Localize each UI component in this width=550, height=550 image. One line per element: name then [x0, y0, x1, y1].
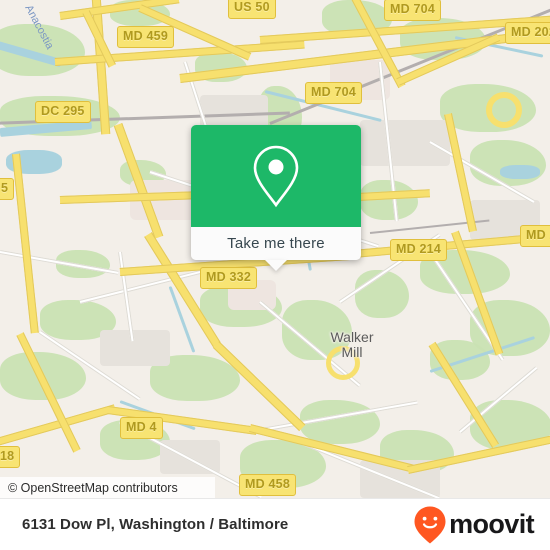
- address-label: 6131 Dow Pl, Washington / Baltimore: [22, 516, 289, 533]
- shield-md-459: MD 459: [117, 26, 174, 48]
- shield-md-458: MD 458: [239, 474, 296, 496]
- shield-md-704-north: MD 704: [384, 0, 441, 21]
- shield-md-218: 18: [0, 446, 21, 468]
- osm-attribution[interactable]: © OpenStreetMap contributors: [0, 477, 215, 498]
- popup-tail: [265, 260, 287, 271]
- shield-md-202: MD 202: [505, 22, 550, 44]
- shield-md-5-left: 5: [0, 178, 15, 200]
- moovit-wordmark: moovit: [449, 509, 535, 539]
- location-popup-card[interactable]: Take me there: [191, 125, 361, 271]
- shield-md-4: MD 4: [120, 417, 163, 439]
- map-screenshot: Anacostia Walker Mill US 50 MD 704 MD 20…: [0, 0, 550, 550]
- moovit-logo[interactable]: moovit: [413, 505, 535, 545]
- shield-md-214: MD 214: [390, 239, 447, 261]
- shield-md-332: MD 332: [200, 267, 257, 289]
- shield-md-704-mid: MD 704: [305, 82, 362, 104]
- moovit-smiley-pin-icon: [414, 506, 446, 543]
- take-me-there-button[interactable]: Take me there: [191, 227, 361, 260]
- bottom-info-bar: 6131 Dow Pl, Washington / Baltimore moov…: [0, 498, 550, 550]
- shield-md-2-right: MD 2: [520, 225, 550, 247]
- shield-us-50: US 50: [228, 0, 276, 19]
- map-pin-icon: [253, 145, 299, 208]
- shield-dc-295: DC 295: [35, 101, 91, 123]
- take-me-there-label: Take me there: [227, 235, 325, 252]
- popup-pin-area: [191, 125, 361, 227]
- place-label-walker-mill: Walker Mill: [330, 329, 374, 360]
- map-canvas[interactable]: Anacostia Walker Mill US 50 MD 704 MD 20…: [0, 0, 550, 498]
- osm-attribution-text: © OpenStreetMap contributors: [8, 480, 178, 495]
